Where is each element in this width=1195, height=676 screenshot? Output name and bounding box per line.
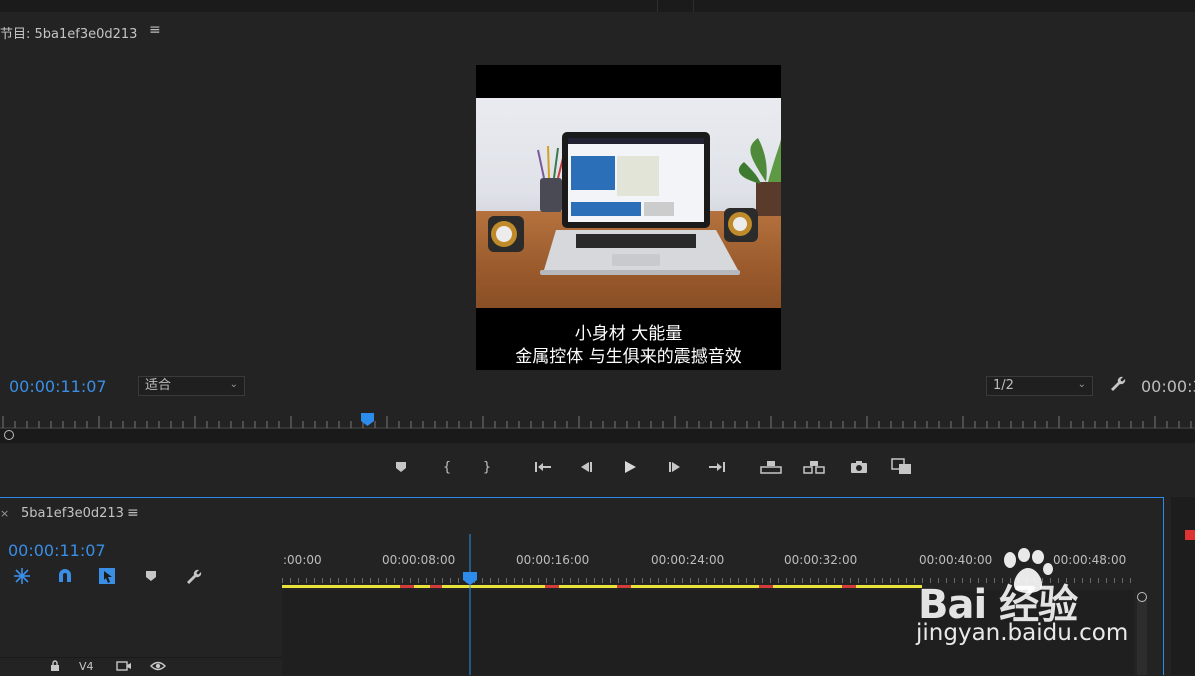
step-forward-icon: [669, 462, 680, 472]
add-marker-button[interactable]: [390, 456, 412, 478]
add-marker-icon[interactable]: [141, 566, 161, 586]
button-editor-button[interactable]: [891, 456, 913, 478]
extract-icon: [803, 461, 825, 474]
toggle-sync-icon[interactable]: [116, 660, 132, 675]
subtitle-line-1: 小身材 大能量: [574, 324, 683, 344]
zoom-level-select[interactable]: 适合 ⌄: [138, 376, 245, 396]
program-monitor-title[interactable]: 节目: 5ba1ef3e0d213: [0, 23, 137, 42]
panel-menu-icon[interactable]: ≡: [127, 505, 139, 521]
timeline-playhead[interactable]: [462, 534, 478, 675]
camera-icon: [851, 461, 867, 473]
chevron-down-icon: ⌄: [229, 379, 238, 390]
mark-in-icon: {: [442, 459, 452, 475]
ruler-label: 00:00:24:00: [651, 553, 725, 567]
close-tab-icon[interactable]: ×: [0, 507, 9, 520]
top-panel-strip: [0, 0, 1195, 12]
program-playhead-timecode[interactable]: 00:00:11:07: [9, 377, 107, 396]
go-to-out-icon: [709, 462, 725, 472]
zoom-scroll-handle[interactable]: [4, 430, 14, 440]
track-header-v4: V4: [0, 657, 282, 676]
extract-button[interactable]: [803, 456, 825, 478]
vertical-scrollbar[interactable]: [1137, 600, 1147, 675]
go-to-in-icon: [535, 462, 551, 472]
step-forward-button[interactable]: [664, 456, 686, 478]
zoom-level-value: 适合: [145, 378, 172, 393]
go-to-in-button[interactable]: [532, 456, 554, 478]
sequence-duration-timecode: 00:00:3: [1141, 377, 1195, 396]
zoom-scroll-bar[interactable]: [0, 429, 1195, 443]
chevron-down-icon: ⌄: [1077, 379, 1086, 390]
render-bar: [282, 585, 922, 588]
export-frame-button[interactable]: [848, 456, 870, 478]
playback-resolution-select[interactable]: 1/2 ⌄: [986, 376, 1093, 396]
play-button[interactable]: [619, 456, 641, 478]
marker-icon: [396, 462, 406, 472]
ruler-label: 00:00:08:00: [382, 553, 456, 567]
snap-magnet-icon[interactable]: [55, 566, 75, 586]
settings-wrench-icon[interactable]: [1108, 374, 1126, 397]
lift-button[interactable]: [760, 456, 782, 478]
go-to-out-button[interactable]: [706, 456, 728, 478]
timeline-settings-wrench-icon[interactable]: [183, 566, 203, 586]
resolution-value: 1/2: [993, 378, 1014, 393]
timeline-playhead-timecode[interactable]: 00:00:11:07: [8, 541, 106, 560]
sequence-tab-title[interactable]: 5ba1ef3e0d213: [21, 506, 124, 521]
ruler-label: 00:00:40:00: [919, 553, 993, 567]
nest-sequence-icon[interactable]: [12, 566, 32, 586]
audio-clip-indicator: [1185, 530, 1195, 540]
mark-in-button[interactable]: {: [436, 456, 458, 478]
eye-icon[interactable]: [150, 660, 166, 675]
track-label: V4: [79, 660, 94, 673]
program-time-ruler[interactable]: [0, 413, 1195, 429]
ruler-label: 00:00:48:00: [1053, 553, 1127, 567]
watermark-url: jingyan.baidu.com: [916, 620, 1129, 646]
ruler-label: 00:00:16:00: [516, 553, 590, 567]
ruler-label: :00:00: [283, 553, 322, 567]
lock-icon[interactable]: [50, 660, 60, 675]
subtitle-line-2: 金属控体 与生俱来的震撼音效: [515, 347, 742, 367]
scroll-zoom-handle[interactable]: [1137, 592, 1147, 602]
ruler-label: 00:00:32:00: [784, 553, 858, 567]
program-preview-frame: 小身材 大能量 金属控体 与生俱来的震撼音效: [476, 65, 781, 370]
linked-selection-icon[interactable]: [97, 566, 117, 586]
mark-out-icon: }: [482, 459, 492, 475]
button-editor-icon: [891, 458, 911, 474]
lift-icon: [760, 461, 782, 474]
video-frame-image: [476, 98, 781, 308]
audio-meter-panel: [1171, 497, 1195, 675]
mark-out-button[interactable]: }: [476, 456, 498, 478]
panel-menu-icon[interactable]: ≡: [149, 22, 161, 38]
step-back-button[interactable]: [576, 456, 598, 478]
step-back-icon: [581, 462, 592, 472]
play-icon: [625, 461, 636, 473]
